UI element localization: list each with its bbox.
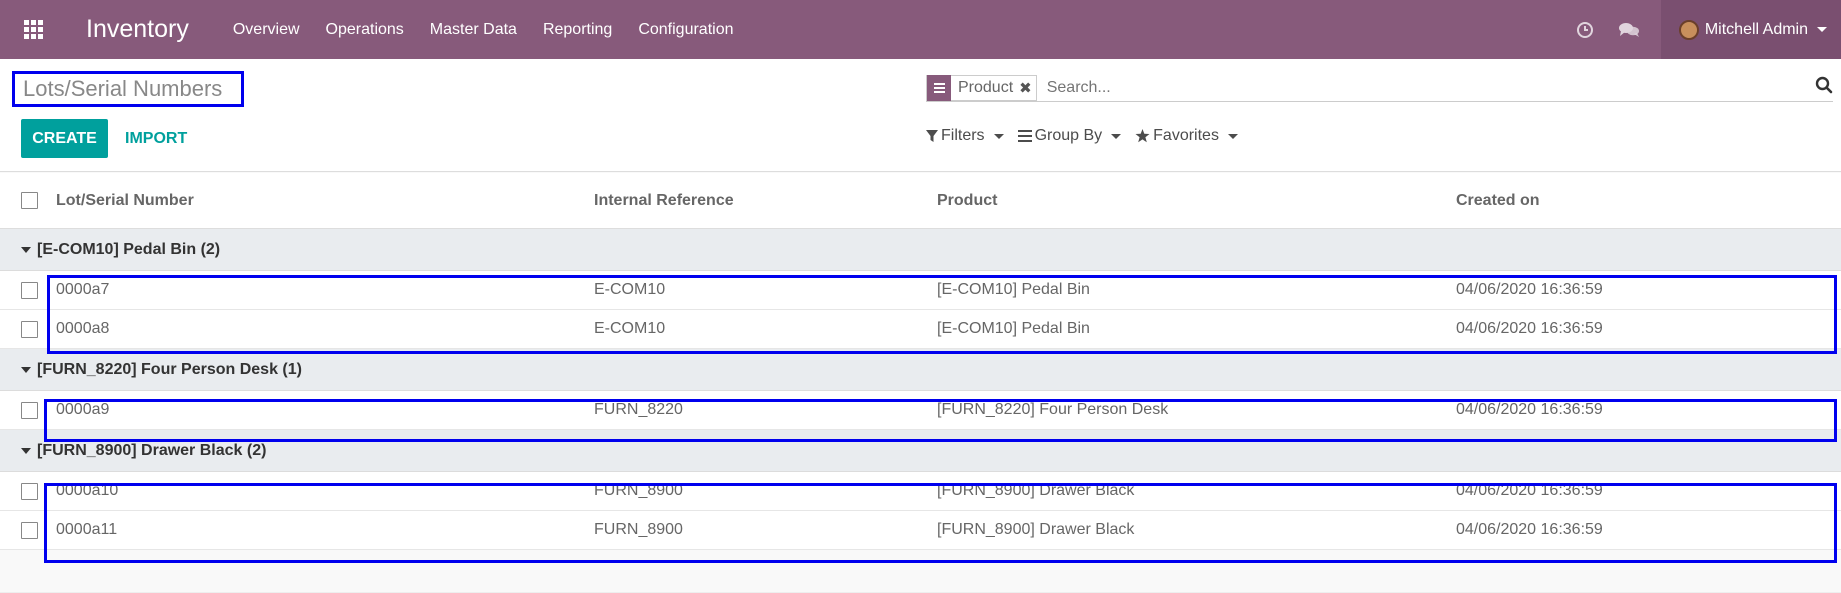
groupby-dropdown[interactable]: Group By [1017, 127, 1122, 145]
cell-product: [E-COM10] Pedal Bin [937, 281, 1090, 298]
cell-lot: 0000a10 [56, 482, 119, 499]
lots-list-table: Lot/Serial Number Internal Reference Pro… [0, 173, 1841, 550]
groupby-label: Group By [1034, 127, 1103, 144]
chevron-down-icon [1817, 27, 1827, 32]
column-header-reference[interactable]: Internal Reference [594, 192, 734, 210]
search-icon[interactable] [1815, 76, 1833, 99]
avatar [1678, 19, 1699, 40]
column-header-product[interactable]: Product [937, 192, 997, 210]
cell-reference: FURN_8220 [594, 401, 683, 418]
chevron-down-icon [1111, 133, 1122, 139]
top-navbar: Inventory Overview Operations Master Dat… [0, 0, 1841, 59]
cell-product: [E-COM10] Pedal Bin [937, 320, 1090, 337]
filters-dropdown[interactable]: Filters [926, 127, 1004, 145]
cell-created: 04/06/2020 16:36:59 [1456, 401, 1603, 418]
close-icon[interactable]: ✖ [1019, 79, 1036, 97]
column-header-lot[interactable]: Lot/Serial Number [56, 192, 194, 210]
group-row[interactable]: [E-COM10] Pedal Bin (2) [0, 229, 1841, 271]
page-title: Lots/Serial Numbers [23, 76, 223, 101]
group-label: [FURN_8220] Four Person Desk (1) [37, 360, 302, 378]
cell-reference: E-COM10 [594, 281, 666, 298]
group-label: [E-COM10] Pedal Bin (2) [37, 240, 221, 258]
row-checkbox[interactable] [21, 401, 38, 419]
favorites-label: Favorites [1153, 127, 1219, 144]
create-button[interactable]: CREATE [21, 119, 108, 158]
search-input[interactable] [1046, 78, 1747, 97]
menu-item-operations[interactable]: Operations [326, 21, 404, 39]
caret-down-icon [21, 447, 31, 454]
select-all-checkbox[interactable] [21, 192, 38, 209]
cell-reference: E-COM10 [594, 320, 666, 337]
filters-label: Filters [941, 127, 985, 144]
menu-item-overview[interactable]: Overview [233, 21, 300, 39]
clock-icon[interactable] [1563, 21, 1607, 39]
cell-lot: 0000a7 [56, 281, 110, 298]
cell-product: [FURN_8900] Drawer Black [937, 482, 1135, 499]
favorites-dropdown[interactable]: Favorites [1135, 127, 1238, 145]
table-row[interactable]: 0000a9 FURN_8220 [FURN_8220] Four Person… [0, 391, 1841, 430]
cell-created: 04/06/2020 16:36:59 [1456, 521, 1603, 538]
chevron-down-icon [1227, 133, 1238, 139]
group-by-icon [927, 74, 951, 101]
caret-down-icon [21, 366, 31, 373]
row-checkbox[interactable] [21, 281, 38, 299]
menu-item-configuration[interactable]: Configuration [638, 21, 733, 39]
row-checkbox[interactable] [21, 521, 38, 539]
cell-reference: FURN_8900 [594, 482, 683, 499]
navbar-right: Mitchell Admin [1563, 0, 1841, 59]
filter-icon [926, 129, 938, 142]
cell-created: 04/06/2020 16:36:59 [1456, 482, 1603, 499]
cell-product: [FURN_8220] Four Person Desk [937, 401, 1169, 418]
user-name: Mitchell Admin [1704, 20, 1808, 38]
caret-down-icon [21, 246, 31, 253]
cell-lot: 0000a9 [56, 401, 110, 418]
table-row[interactable]: 0000a10 FURN_8900 [FURN_8900] Drawer Bla… [0, 472, 1841, 511]
menu-item-reporting[interactable]: Reporting [543, 21, 612, 39]
column-header-created[interactable]: Created on [1456, 192, 1540, 210]
chat-icon[interactable] [1607, 21, 1651, 39]
cell-lot: 0000a8 [56, 320, 110, 337]
row-checkbox[interactable] [21, 320, 38, 338]
list-icon [1017, 130, 1032, 142]
cell-reference: FURN_8900 [594, 521, 683, 538]
table-row[interactable]: 0000a11 FURN_8900 [FURN_8900] Drawer Bla… [0, 511, 1841, 550]
group-row[interactable]: [FURN_8900] Drawer Black (2) [0, 430, 1841, 472]
cell-created: 04/06/2020 16:36:59 [1456, 281, 1603, 298]
star-icon [1135, 129, 1150, 143]
search-facet-product[interactable]: Product ✖ [926, 74, 1037, 101]
cell-product: [FURN_8900] Drawer Black [937, 521, 1135, 538]
table-row[interactable]: 0000a7 E-COM10 [E-COM10] Pedal Bin 04/06… [0, 271, 1841, 310]
breadcrumb-title: Lots/Serial Numbers [12, 71, 244, 107]
group-row[interactable]: [FURN_8220] Four Person Desk (1) [0, 349, 1841, 391]
apps-menu-button[interactable] [0, 0, 66, 59]
main-menu: Overview Operations Master Data Reportin… [233, 21, 734, 39]
user-menu[interactable]: Mitchell Admin [1660, 0, 1841, 59]
menu-item-master-data[interactable]: Master Data [430, 21, 517, 39]
facet-label: Product [958, 78, 1014, 96]
cell-lot: 0000a11 [56, 521, 118, 538]
apps-grid-icon [23, 20, 43, 39]
table-row[interactable]: 0000a8 E-COM10 [E-COM10] Pedal Bin 04/06… [0, 310, 1841, 349]
group-label: [FURN_8900] Drawer Black (2) [37, 441, 267, 459]
chevron-down-icon [993, 133, 1004, 139]
import-button[interactable]: IMPORT [125, 119, 187, 158]
cell-created: 04/06/2020 16:36:59 [1456, 320, 1603, 337]
control-panel: Lots/Serial Numbers CREATE IMPORT Produc… [0, 59, 1841, 172]
search-bar: Product ✖ [926, 74, 1833, 102]
table-header: Lot/Serial Number Internal Reference Pro… [0, 173, 1841, 229]
row-checkbox[interactable] [21, 482, 38, 500]
search-options: Filters Group By Favorites [926, 127, 1238, 145]
app-title[interactable]: Inventory [86, 15, 189, 44]
